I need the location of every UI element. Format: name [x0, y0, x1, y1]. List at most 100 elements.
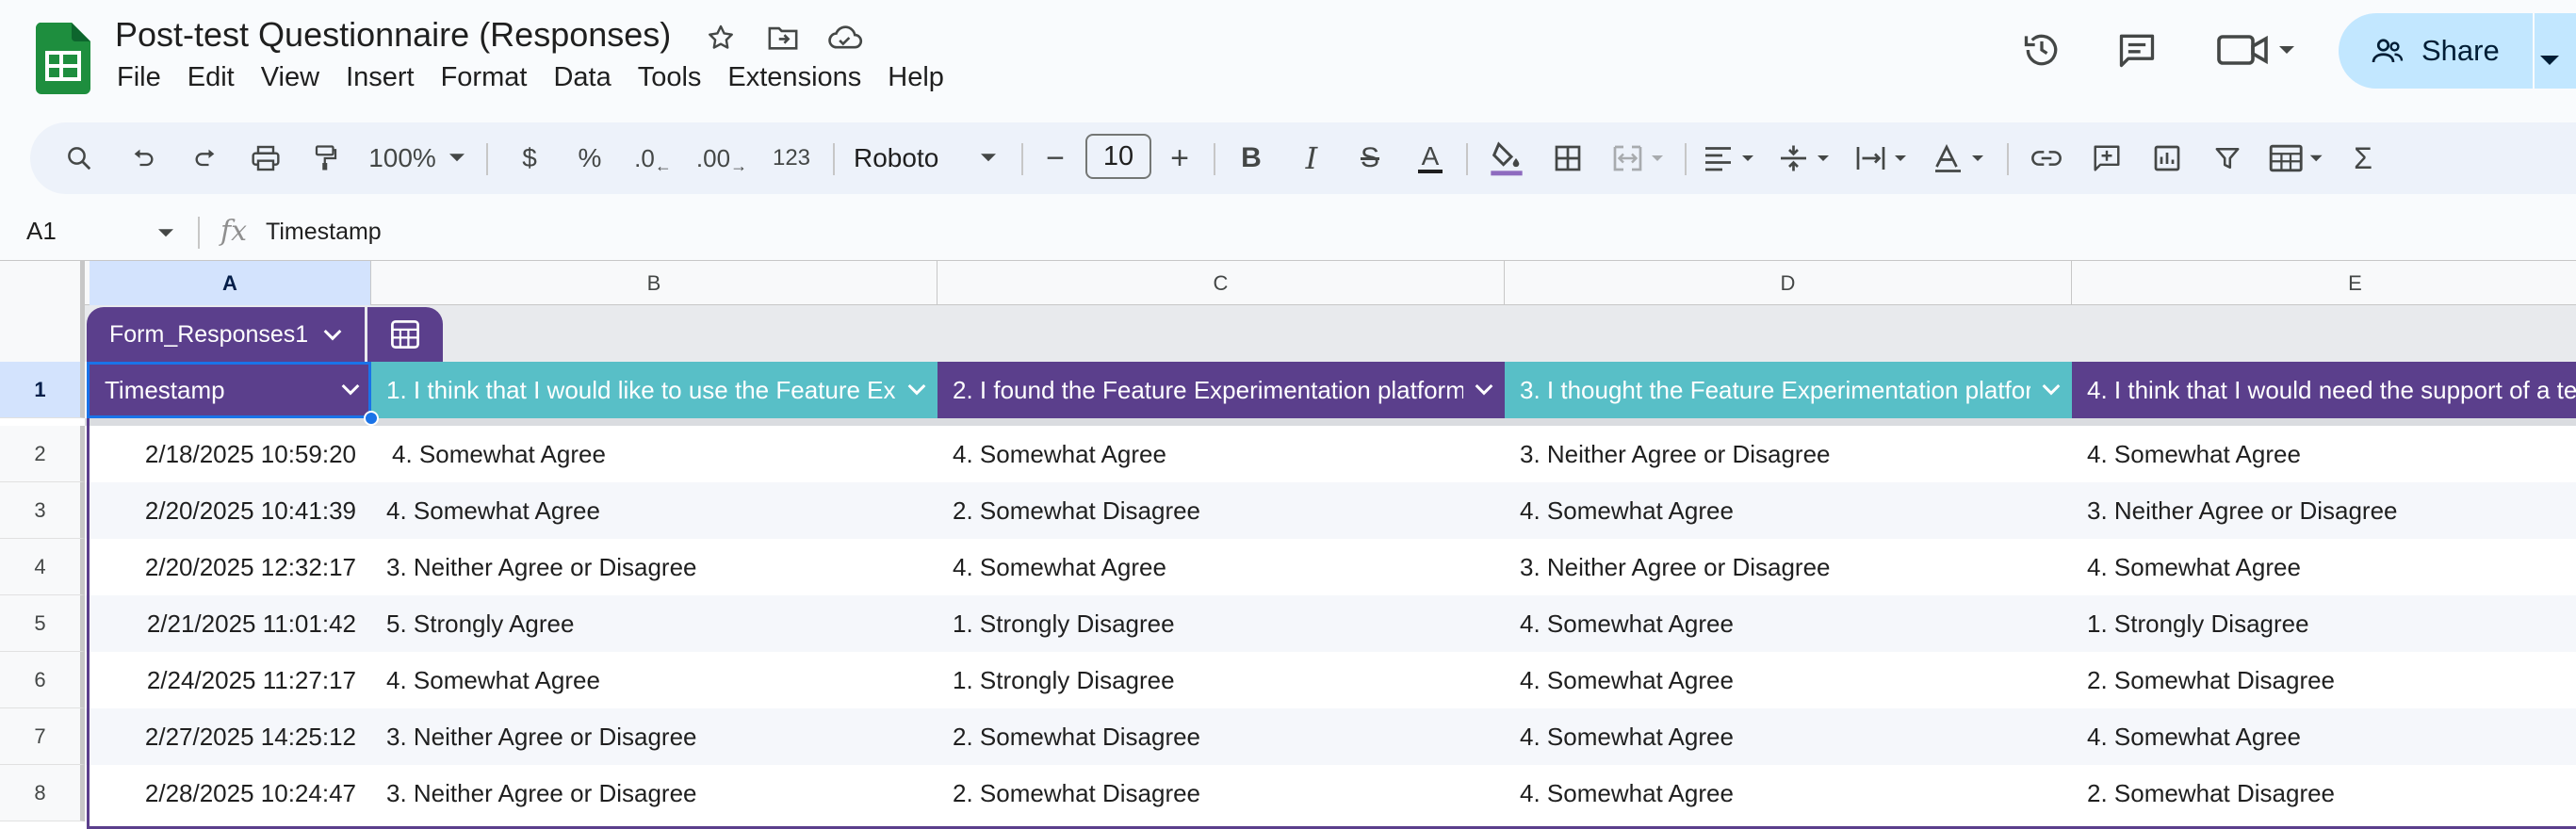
insert-link-icon[interactable] [2026, 122, 2067, 194]
menu-view[interactable]: View [248, 62, 333, 93]
currency-format-button[interactable]: $ [511, 122, 548, 194]
cell-q2[interactable]: 2. Somewhat Disagree [937, 482, 1505, 539]
share-button[interactable]: Share [2339, 13, 2576, 89]
cell-q1[interactable]: 4. Somewhat Agree [371, 426, 937, 482]
cell-q2[interactable]: 1. Strongly Disagree [937, 652, 1505, 708]
vertical-align-icon[interactable] [1773, 122, 1839, 194]
chevron-down-icon[interactable] [330, 383, 371, 397]
cell-q1[interactable]: 3. Neither Agree or Disagree [371, 539, 937, 595]
move-folder-icon[interactable] [764, 19, 802, 57]
cell-q2[interactable]: 2. Somewhat Disagree [937, 708, 1505, 765]
undo-icon[interactable] [122, 122, 164, 194]
menu-data[interactable]: Data [540, 62, 624, 93]
table-calculator-icon[interactable] [367, 307, 444, 362]
column-header-e[interactable]: E [2072, 261, 2576, 306]
column-header-c[interactable]: C [937, 261, 1505, 306]
cell-q3[interactable]: 3. Neither Agree or Disagree [1505, 426, 2072, 482]
cell-timestamp[interactable]: 2/20/2025 12:32:17 [90, 539, 371, 595]
menu-tools[interactable]: Tools [625, 62, 715, 93]
horizontal-align-icon[interactable] [1698, 122, 1764, 194]
filter-icon[interactable] [2207, 122, 2248, 194]
version-history-icon[interactable] [2021, 21, 2062, 79]
row-number[interactable]: 6 [0, 652, 85, 708]
row-number[interactable]: 1 [0, 362, 85, 418]
table-header-cell-q3[interactable]: 3. I thought the Feature Experimentation… [1505, 362, 2072, 418]
cell-q1[interactable]: 5. Strongly Agree [371, 595, 937, 652]
cell-q4[interactable]: 1. Strongly Disagree [2072, 595, 2576, 652]
increase-decimal-button[interactable]: .00 → [695, 122, 748, 194]
column-header-b[interactable]: B [371, 261, 937, 306]
row-number[interactable]: 8 [0, 765, 85, 821]
cell-q4[interactable]: 2. Somewhat Disagree [2072, 765, 2576, 821]
table-header-cell-q1[interactable]: 1. I think that I would like to use the … [371, 362, 937, 418]
cell-q3[interactable]: 4. Somewhat Agree [1505, 708, 2072, 765]
row-number[interactable]: 5 [0, 595, 85, 652]
row-number[interactable]: 3 [0, 482, 85, 539]
comments-icon[interactable] [2116, 21, 2158, 79]
cell-q1[interactable]: 4. Somewhat Agree [371, 652, 937, 708]
redo-icon[interactable] [185, 122, 226, 194]
chevron-down-icon[interactable] [896, 383, 937, 397]
chevron-down-icon[interactable] [2030, 383, 2072, 397]
table-header-cell-q4[interactable]: 4. I think that I would need the support… [2072, 362, 2576, 418]
text-color-icon[interactable]: A [1410, 122, 1451, 194]
cell-q2[interactable]: 4. Somewhat Agree [937, 426, 1505, 482]
name-box-dropdown-icon[interactable] [158, 226, 173, 243]
cell-q1[interactable]: 3. Neither Agree or Disagree [371, 765, 937, 821]
strikethrough-icon[interactable]: S [1349, 122, 1391, 194]
fill-color-icon[interactable] [1483, 122, 1530, 194]
cell-q3[interactable]: 4. Somewhat Agree [1505, 652, 2072, 708]
functions-icon[interactable]: Σ [2342, 122, 2384, 194]
cell-timestamp[interactable]: 2/24/2025 11:27:17 [90, 652, 371, 708]
menu-edit[interactable]: Edit [174, 62, 248, 93]
cell-q3[interactable]: 4. Somewhat Agree [1505, 595, 2072, 652]
increase-font-size-button[interactable]: + [1161, 122, 1198, 194]
row-number[interactable]: 4 [0, 539, 85, 595]
merge-cells-icon[interactable] [1607, 122, 1673, 194]
insert-comment-icon[interactable] [2086, 122, 2128, 194]
meet-video-icon[interactable] [2214, 21, 2299, 79]
document-title[interactable]: Post-test Questionnaire (Responses) [115, 15, 671, 55]
row-number[interactable]: 2 [0, 426, 85, 482]
print-icon[interactable] [245, 122, 286, 194]
column-header-d[interactable]: D [1505, 261, 2072, 306]
decrease-decimal-button[interactable]: .0 ← [629, 122, 677, 194]
cell-q4[interactable]: 4. Somewhat Agree [2072, 539, 2576, 595]
name-box[interactable]: A1 [26, 217, 57, 246]
cloud-saved-icon[interactable] [826, 19, 864, 57]
cell-q3[interactable]: 4. Somewhat Agree [1505, 765, 2072, 821]
search-menus-icon[interactable] [58, 122, 100, 194]
bold-icon[interactable]: B [1231, 122, 1272, 194]
cell-q4[interactable]: 2. Somewhat Disagree [2072, 652, 2576, 708]
cell-q4[interactable]: 3. Neither Agree or Disagree [2072, 482, 2576, 539]
cell-timestamp[interactable]: 2/28/2025 10:24:47 [90, 765, 371, 821]
chevron-down-icon[interactable] [1463, 383, 1505, 397]
cell-timestamp[interactable]: 2/20/2025 10:41:39 [90, 482, 371, 539]
zoom-dropdown-icon[interactable] [445, 122, 469, 194]
table-header-cell-q2[interactable]: 2. I found the Feature Experimentation p… [937, 362, 1505, 418]
percent-format-button[interactable]: % [569, 122, 611, 194]
paint-format-icon[interactable] [305, 122, 347, 194]
text-wrapping-icon[interactable] [1850, 122, 1916, 194]
sheets-logo-icon[interactable] [35, 23, 90, 94]
table-view-icon[interactable] [2263, 122, 2333, 194]
font-dropdown-icon[interactable] [976, 122, 1001, 194]
cell-q1[interactable]: 4. Somewhat Agree [371, 482, 937, 539]
fill-handle[interactable] [364, 411, 379, 426]
row-number[interactable]: 7 [0, 708, 85, 765]
font-select[interactable]: Roboto [854, 122, 976, 194]
menu-insert[interactable]: Insert [333, 62, 428, 93]
cell-timestamp[interactable]: 2/18/2025 10:59:20 [90, 426, 371, 482]
cell-q3[interactable]: 4. Somewhat Agree [1505, 482, 2072, 539]
cell-timestamp[interactable]: 2/21/2025 11:01:42 [90, 595, 371, 652]
cell-q2[interactable]: 2. Somewhat Disagree [937, 765, 1505, 821]
menu-format[interactable]: Format [428, 62, 541, 93]
table-name-button[interactable]: Form_Responses1 [87, 307, 366, 362]
menu-help[interactable]: Help [874, 62, 957, 93]
share-dropdown-icon[interactable] [2540, 41, 2559, 75]
text-rotation-icon[interactable] [1928, 122, 1994, 194]
cell-q2[interactable]: 4. Somewhat Agree [937, 539, 1505, 595]
cell-q1[interactable]: 3. Neither Agree or Disagree [371, 708, 937, 765]
cell-q2[interactable]: 1. Strongly Disagree [937, 595, 1505, 652]
star-icon[interactable] [702, 19, 740, 57]
